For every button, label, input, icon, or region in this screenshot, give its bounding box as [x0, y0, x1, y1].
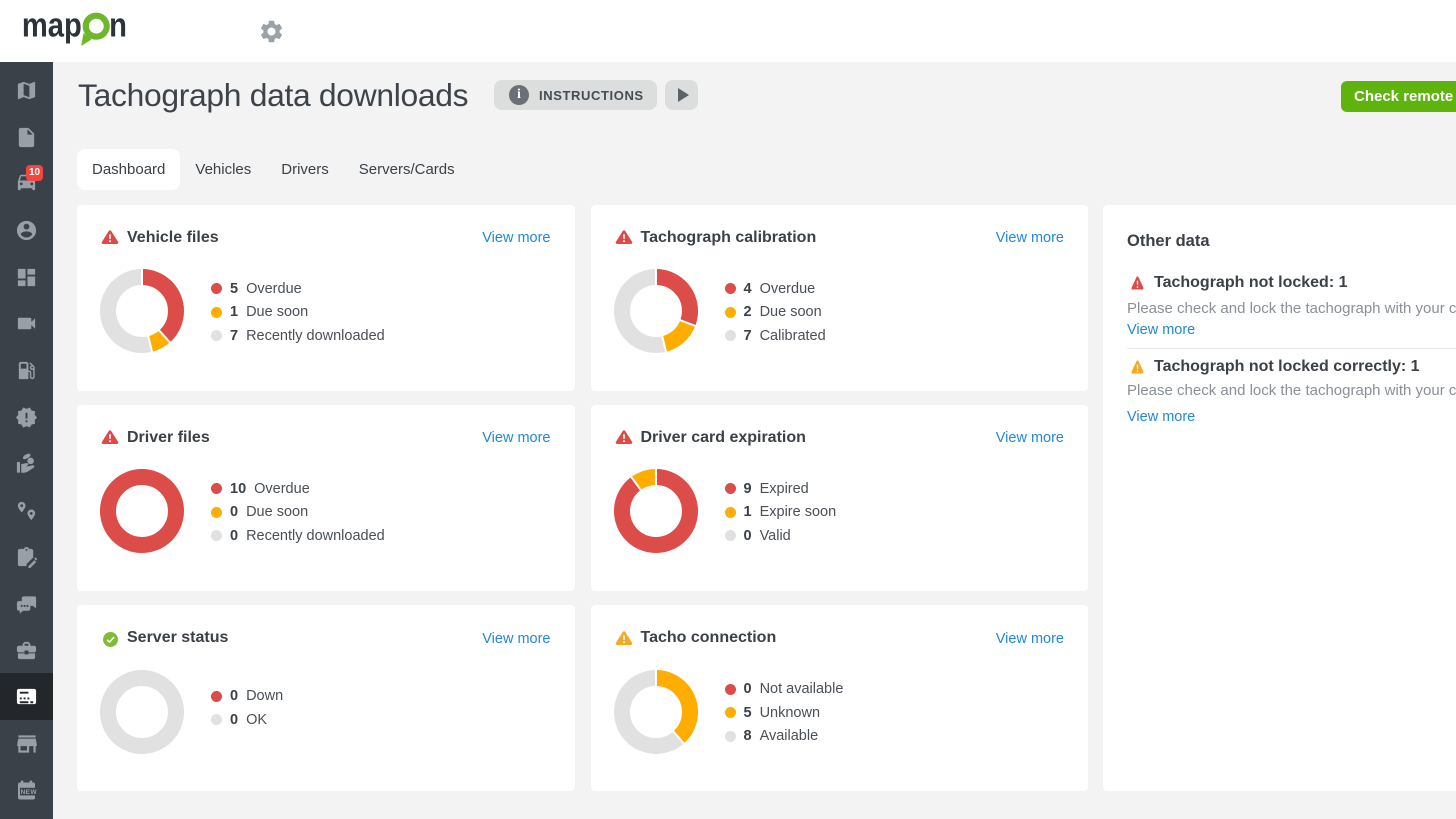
svg-text:map: map: [22, 5, 82, 44]
svg-text:n: n: [109, 5, 127, 44]
svg-text:NEW: NEW: [20, 789, 37, 796]
